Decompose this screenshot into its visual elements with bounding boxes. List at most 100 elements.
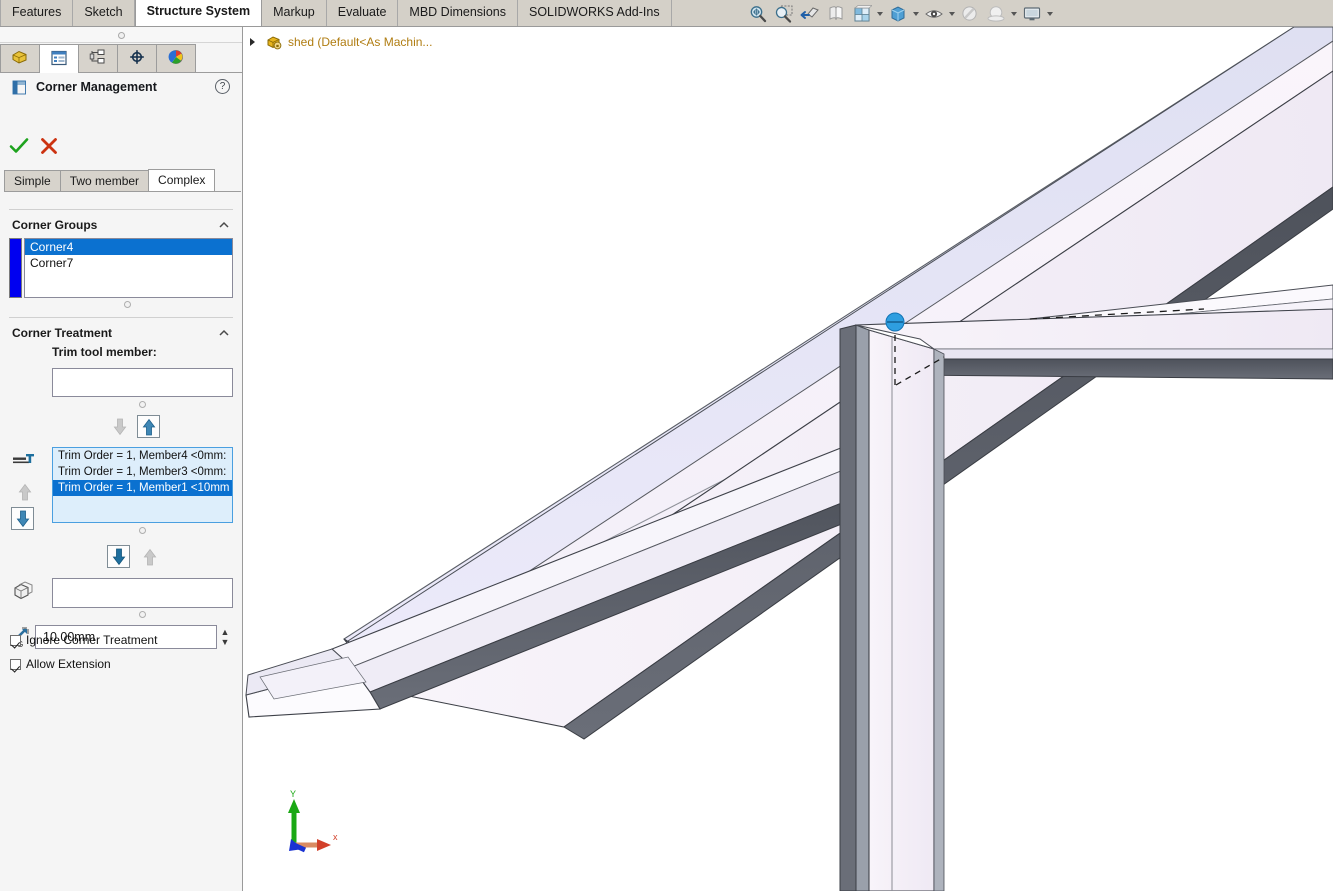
chevron-right-icon[interactable] <box>246 35 258 49</box>
tab-simple[interactable]: Simple <box>4 170 61 191</box>
display-style-caret-icon[interactable] <box>911 3 920 26</box>
checkbox-box-ignore-corner-treatment[interactable] <box>10 634 21 646</box>
section-header-corner-treatment[interactable]: Corner Treatment <box>0 322 242 344</box>
panel-split-bar[interactable] <box>0 27 242 43</box>
resize-handle-secondary[interactable] <box>139 611 146 618</box>
solidworks-window: Features Sketch Structure System Markup … <box>0 0 1333 891</box>
divider-corner-treatment <box>9 317 233 318</box>
view-settings-caret-icon[interactable] <box>1045 3 1054 26</box>
property-manager-title-row: Corner Management <box>0 74 242 100</box>
zoom-to-fit-icon[interactable] <box>745 3 770 26</box>
ribbon-tab-strip: Features Sketch Structure System Markup … <box>0 0 1333 27</box>
tab-complex[interactable]: Complex <box>148 169 216 191</box>
chevron-up-icon-corner-groups[interactable] <box>218 219 230 231</box>
accept-button[interactable] <box>8 135 30 157</box>
apply-scene-caret-icon[interactable] <box>1009 3 1018 26</box>
feature-manager-tab[interactable] <box>0 44 40 72</box>
part-document-icon <box>266 34 282 50</box>
view-toolbar <box>745 2 1054 26</box>
list-item[interactable]: Trim Order = 1, Member3 <0mm: <box>53 464 232 480</box>
list-item[interactable]: Corner4 <box>25 239 232 255</box>
stepper-down-icon[interactable]: ▼ <box>221 637 230 647</box>
zoom-to-area-icon[interactable] <box>771 3 796 26</box>
feature-tree-root-label[interactable]: shed (Default<As Machin... <box>288 35 432 49</box>
hide-show-items-caret-icon[interactable] <box>947 3 956 26</box>
move-up-button[interactable] <box>137 415 160 438</box>
trim-order-list[interactable]: Trim Order = 1, Member4 <0mm: Trim Order… <box>52 447 233 523</box>
tab-two-member[interactable]: Two member <box>59 170 150 191</box>
corner-groups-list[interactable]: Corner4 Corner7 <box>24 238 233 298</box>
checkbox-box-allow-extension[interactable] <box>10 658 21 670</box>
corner-management-icon <box>10 79 29 96</box>
move-down-button[interactable] <box>11 507 34 530</box>
feature-tree-icon <box>10 48 30 69</box>
move-up-button-secondary-disabled[interactable] <box>138 545 161 568</box>
view-settings-icon[interactable] <box>1019 3 1044 26</box>
section-view-icon[interactable] <box>823 3 848 26</box>
apply-scene-icon[interactable] <box>983 3 1008 26</box>
checkbox-ignore-corner-treatment[interactable]: Ignore Corner Treatment <box>10 631 157 649</box>
secondary-selection-input[interactable] <box>52 578 233 608</box>
move-down-button-secondary[interactable] <box>107 545 130 568</box>
trim-order-reorder-top <box>0 415 242 439</box>
configuration-manager-tab[interactable] <box>78 44 118 72</box>
checkbox-label-ignore-corner-treatment: Ignore Corner Treatment <box>26 633 158 647</box>
property-manager-panel: Corner Management ? Simple Two member Co… <box>0 27 243 891</box>
help-icon[interactable]: ? <box>215 79 230 94</box>
trim-joint-icon[interactable] <box>11 449 37 469</box>
checkbox-label-allow-extension: Allow Extension <box>26 657 111 671</box>
hide-show-items-icon[interactable] <box>921 3 946 26</box>
ribbon-tab-solidworks-add-ins[interactable]: SOLIDWORKS Add-Ins <box>517 0 672 26</box>
previous-view-icon[interactable] <box>797 3 822 26</box>
ribbon-tab-structure-system[interactable]: Structure System <box>134 0 263 26</box>
split-handle-dot[interactable] <box>118 32 125 39</box>
cancel-button[interactable] <box>38 135 60 157</box>
trim-order-reorder-bottom <box>0 545 242 569</box>
move-up-button-disabled[interactable] <box>13 480 36 503</box>
gap-distance-stepper[interactable]: ▲ ▼ <box>217 625 233 649</box>
trim-tool-member-label: Trim tool member: <box>52 345 157 359</box>
resize-handle-trim-order[interactable] <box>139 527 146 534</box>
ribbon-tab-sketch[interactable]: Sketch <box>73 0 135 26</box>
view-orientation-icon[interactable] <box>849 3 874 26</box>
graphics-viewport[interactable]: Y x <box>244 27 1333 891</box>
stepper-up-icon[interactable]: ▲ <box>221 627 230 637</box>
axis-label-y: Y <box>290 789 296 799</box>
display-style-icon[interactable] <box>885 3 910 26</box>
view-orientation-caret-icon[interactable] <box>875 3 884 26</box>
dimxpert-manager-tab[interactable] <box>117 44 157 72</box>
manager-tab-row <box>0 44 242 73</box>
display-sphere-icon <box>166 48 186 69</box>
page-title: Corner Management <box>36 80 157 94</box>
display-manager-tab[interactable] <box>156 44 196 72</box>
column-member <box>839 324 945 891</box>
axis-label-x: x <box>333 832 338 842</box>
corner-selection-marker[interactable] <box>885 312 905 332</box>
bodies-selection-icon <box>10 579 36 605</box>
chevron-up-icon-corner-treatment[interactable] <box>218 327 230 339</box>
ribbon-tab-features[interactable]: Features <box>0 0 74 26</box>
structure-system-model <box>245 27 1333 891</box>
list-item[interactable]: Trim Order = 1, Member1 <10mm <box>53 480 232 496</box>
coordinate-triad: Y x <box>277 787 347 857</box>
feature-tree-flyout[interactable]: shed (Default<As Machin... <box>246 32 432 52</box>
ribbon-tab-evaluate[interactable]: Evaluate <box>326 0 399 26</box>
dimxpert-target-icon <box>127 48 147 69</box>
move-down-button-disabled[interactable] <box>108 415 131 438</box>
trim-tool-member-input[interactable] <box>52 368 233 397</box>
list-item[interactable]: Corner7 <box>25 255 232 271</box>
edit-appearance-icon[interactable] <box>957 3 982 26</box>
property-manager-tab[interactable] <box>39 44 79 73</box>
section-header-corner-groups[interactable]: Corner Groups <box>0 214 242 236</box>
corner-group-color-swatch[interactable] <box>9 238 22 298</box>
configuration-icon <box>88 48 108 69</box>
property-manager-actions <box>6 135 242 159</box>
ribbon-tab-markup[interactable]: Markup <box>262 0 327 26</box>
list-item[interactable]: Trim Order = 1, Member4 <0mm: <box>53 448 232 464</box>
ribbon-tab-mbd-dimensions[interactable]: MBD Dimensions <box>398 0 518 26</box>
resize-handle-trim-tool[interactable] <box>139 401 146 408</box>
checkbox-allow-extension[interactable]: Allow Extension <box>10 655 111 673</box>
divider-corner-groups <box>9 209 233 210</box>
section-title-corner-groups: Corner Groups <box>12 218 98 232</box>
resize-handle-corner-groups[interactable] <box>124 301 131 308</box>
